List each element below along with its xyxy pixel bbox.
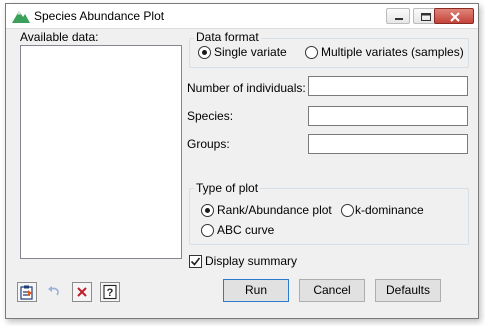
clipboard-icon — [20, 285, 33, 300]
groups-label: Groups: — [187, 137, 230, 151]
clear-button[interactable] — [72, 282, 92, 302]
display-summary-label: Display summary — [205, 254, 298, 268]
window-title: Species Abundance Plot — [34, 9, 165, 23]
undo-button[interactable] — [44, 282, 64, 302]
cancel-button[interactable]: Cancel — [299, 279, 365, 302]
dialog-window: Species Abundance Plot Available data: D… — [5, 3, 479, 319]
available-data-list[interactable] — [20, 45, 182, 259]
minimize-icon — [395, 18, 403, 20]
checkmark-icon — [190, 257, 201, 266]
radio-multiple-variates-label: Multiple variates (samples) — [321, 45, 464, 59]
run-button[interactable]: Run — [223, 279, 289, 302]
clipboard-button[interactable] — [17, 282, 37, 302]
radio-abc-curve-label: ABC curve — [217, 223, 275, 237]
help-icon: ? — [103, 284, 117, 300]
radio-single-variate-label: Single variate — [214, 45, 287, 59]
data-format-legend: Data format — [194, 30, 261, 44]
radio-single-variate[interactable] — [198, 46, 211, 59]
svg-text:?: ? — [107, 287, 114, 299]
radio-abc-curve[interactable] — [201, 224, 214, 237]
groups-field[interactable] — [308, 134, 468, 154]
radio-rank-abundance-label: Rank/Abundance plot — [217, 203, 332, 217]
title-bar: Species Abundance Plot — [6, 4, 478, 29]
clear-icon — [77, 287, 87, 297]
defaults-button[interactable]: Defaults — [375, 279, 441, 302]
species-label: Species: — [187, 109, 234, 123]
minimize-button[interactable] — [386, 8, 410, 24]
radio-multiple-variates[interactable] — [305, 46, 318, 59]
undo-icon — [48, 286, 59, 296]
available-data-label: Available data: — [20, 30, 99, 44]
number-of-individuals-label: Number of individuals: — [187, 81, 306, 95]
number-of-individuals-field[interactable] — [308, 76, 468, 96]
close-button[interactable] — [434, 8, 474, 24]
mountain-app-icon — [12, 11, 30, 23]
radio-k-dominance[interactable] — [341, 204, 354, 217]
help-button[interactable]: ? — [100, 282, 120, 302]
radio-k-dominance-label: k-dominance — [355, 203, 424, 217]
type-of-plot-legend: Type of plot — [194, 181, 261, 195]
species-field[interactable] — [308, 106, 468, 126]
radio-rank-abundance[interactable] — [201, 204, 214, 217]
display-summary-checkbox[interactable] — [189, 255, 202, 268]
close-icon — [450, 12, 460, 22]
